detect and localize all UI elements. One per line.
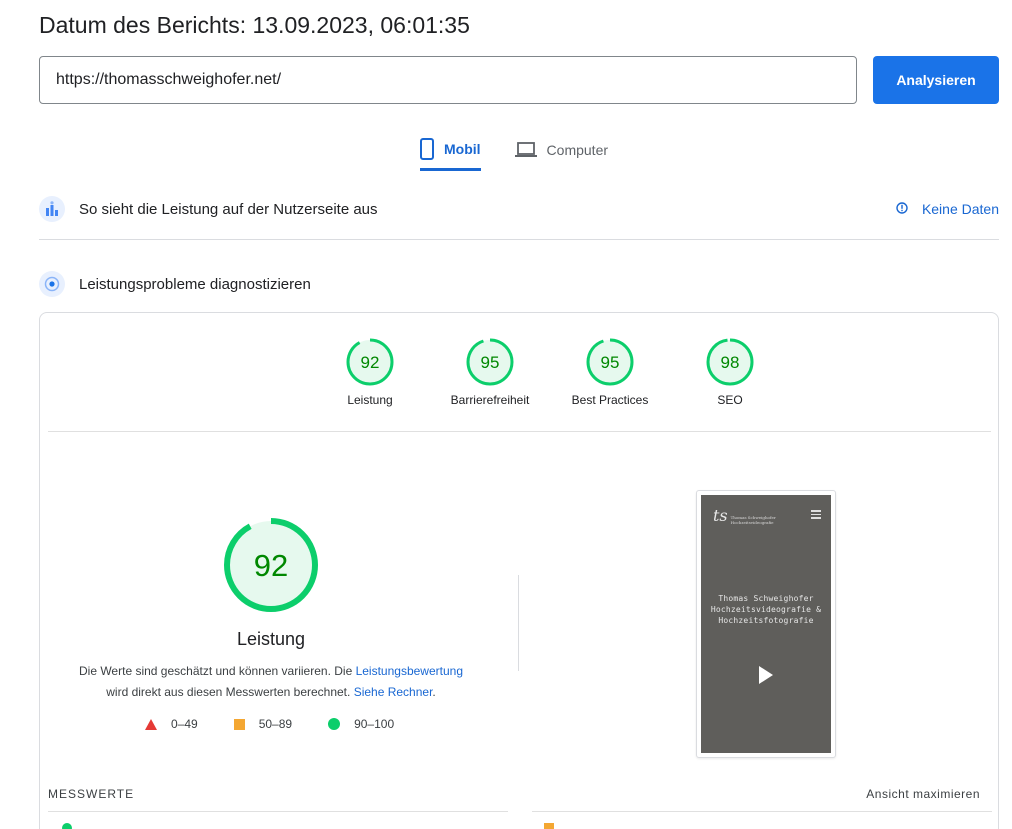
expand-view-toggle[interactable]: Ansicht maximieren xyxy=(866,787,980,801)
legend-average: 50–89 xyxy=(233,717,293,731)
device-tabs: Mobil Computer xyxy=(420,130,608,171)
smartphone-icon xyxy=(420,138,434,160)
score-accessibility[interactable]: 95 Barrierefreiheit xyxy=(430,337,550,407)
performance-gauge: 92 xyxy=(222,516,320,619)
score-best-practices[interactable]: 95 Best Practices xyxy=(550,337,670,407)
final-screenshot[interactable]: ts Thomas Schweighofer Hochzeitsvideograf… xyxy=(696,490,836,758)
tab-desktop[interactable]: Computer xyxy=(514,130,609,170)
legend-fail-range: 0–49 xyxy=(171,717,198,731)
report-date-title: Datum des Berichts: 13.09.2023, 06:01:35 xyxy=(39,12,470,38)
calculator-link[interactable]: Siehe Rechner xyxy=(354,685,433,699)
score-seo[interactable]: 98 SEO xyxy=(670,337,790,407)
section-divider xyxy=(39,239,999,240)
circle-icon xyxy=(328,718,341,730)
no-data-indicator[interactable]: Keine Daten xyxy=(896,201,999,217)
laptop-icon xyxy=(514,142,537,158)
score-legend: 0–49 50–89 90–100 xyxy=(145,717,394,731)
performance-score-link[interactable]: Leistungsbewertung xyxy=(356,664,463,678)
score-value: 92 xyxy=(361,353,380,372)
metrics-heading: MESSWERTE xyxy=(48,787,135,801)
legend-fail: 0–49 xyxy=(145,717,198,731)
lighthouse-report: 92 Leistung 95 Barrierefreiheit 95 Best … xyxy=(39,312,999,829)
field-data-section: So sieht die Leistung auf der Nutzerseit… xyxy=(39,194,999,224)
card-divider xyxy=(48,431,991,432)
desc-text-2: wird direkt aus diesen Messwerten berech… xyxy=(106,685,354,699)
performance-description: Die Werte sind geschätzt und können vari… xyxy=(60,661,482,703)
score-label: Barrierefreiheit xyxy=(450,393,530,407)
score-value: 95 xyxy=(481,353,500,372)
tab-desktop-label: Computer xyxy=(546,142,609,158)
lab-data-section: Leistungsprobleme diagnostizieren xyxy=(39,269,999,299)
legend-average-range: 50–89 xyxy=(258,717,293,731)
legend-pass-range: 90–100 xyxy=(354,717,395,731)
site-headline: Thomas Schweighofer Hochzeitsvideografie… xyxy=(710,594,822,625)
score-gauge: 95 xyxy=(586,338,634,386)
metrics-divider-right xyxy=(532,811,992,812)
screenshot-image: ts Thomas Schweighofer Hochzeitsvideograf… xyxy=(701,495,831,753)
square-icon xyxy=(233,718,245,730)
lab-data-icon xyxy=(39,271,65,297)
info-icon xyxy=(896,201,908,217)
hamburger-menu-icon xyxy=(811,510,821,521)
logo-text: Thomas Schweighofer Hochzeitsvideografie xyxy=(730,515,776,525)
legend-pass: 90–100 xyxy=(328,717,394,731)
average-square-icon xyxy=(544,823,554,829)
performance-score-value: 92 xyxy=(254,548,288,583)
analyze-button[interactable]: Analysieren xyxy=(873,56,999,104)
metric-row-left xyxy=(62,823,72,829)
tab-mobile[interactable]: Mobil xyxy=(420,130,481,171)
category-scores: 92 Leistung 95 Barrierefreiheit 95 Best … xyxy=(310,337,790,407)
score-gauge: 92 xyxy=(346,338,394,386)
metrics-divider-left xyxy=(48,811,508,812)
desc-text-1: Die Werte sind geschätzt und können vari… xyxy=(78,664,356,678)
no-data-label: Keine Daten xyxy=(921,201,999,217)
logo-monogram: ts xyxy=(713,506,728,525)
site-logo: ts Thomas Schweighofer Hochzeitsvideograf… xyxy=(713,506,776,526)
performance-label: Leistung xyxy=(236,629,306,649)
score-label: Best Practices xyxy=(571,393,649,407)
url-input[interactable] xyxy=(39,56,857,104)
triangle-icon xyxy=(145,718,157,730)
field-data-icon xyxy=(39,196,65,222)
score-label: SEO xyxy=(717,393,743,407)
desc-text-3: . xyxy=(432,685,436,699)
score-performance[interactable]: 92 Leistung xyxy=(310,337,430,407)
vertical-divider xyxy=(518,575,519,671)
score-value: 95 xyxy=(601,353,620,372)
metric-row-right xyxy=(544,823,554,829)
score-gauge: 95 xyxy=(466,338,514,386)
score-gauge: 98 xyxy=(706,338,754,386)
score-label: Leistung xyxy=(347,393,393,407)
tab-mobile-label: Mobil xyxy=(444,141,481,157)
pass-dot-icon xyxy=(62,823,72,829)
score-value: 98 xyxy=(721,353,740,372)
field-data-heading: So sieht die Leistung auf der Nutzerseit… xyxy=(79,200,378,218)
lab-data-heading: Leistungsprobleme diagnostizieren xyxy=(79,275,311,293)
play-icon xyxy=(759,666,773,684)
